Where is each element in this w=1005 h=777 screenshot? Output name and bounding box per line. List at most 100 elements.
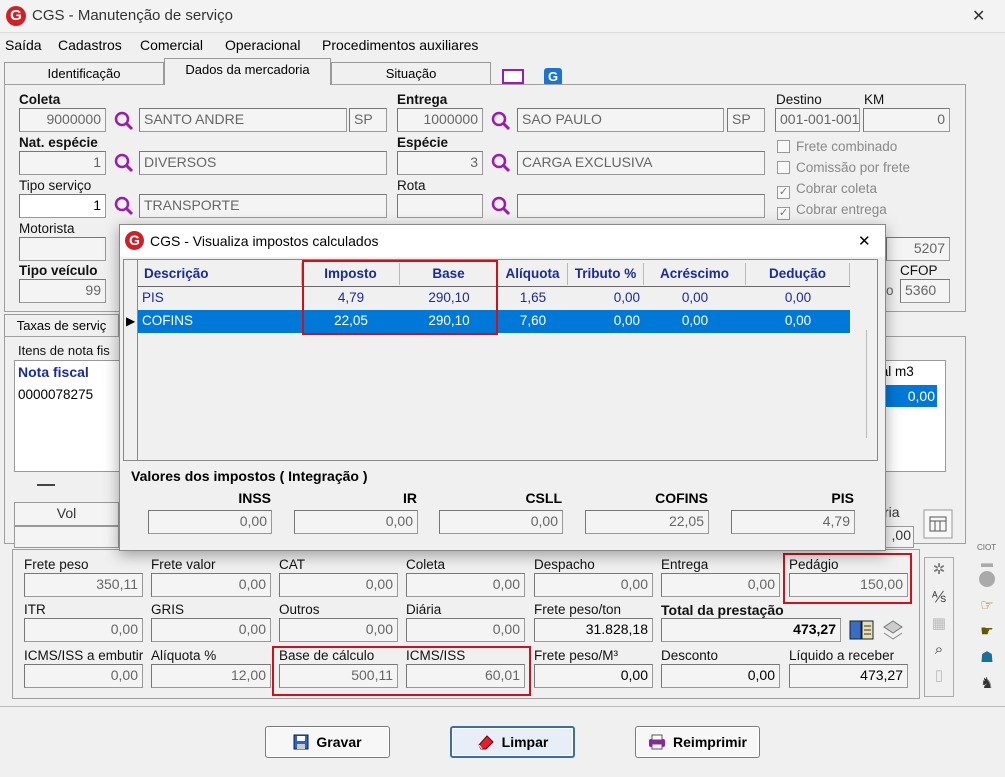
total-m3-value[interactable]: 0,00	[885, 385, 937, 407]
entrega-total-field[interactable]: 0,00	[661, 573, 780, 597]
ciot-bar-icon[interactable]: ▬	[977, 553, 997, 573]
dialog-scrollbar[interactable]	[866, 330, 874, 438]
menu-procedimentos-auxiliares[interactable]: Procedimentos auxiliares	[322, 37, 478, 53]
coleta-search-icon[interactable]	[113, 110, 135, 132]
col-acrescimo[interactable]: Acréscimo	[644, 263, 746, 285]
ria-field[interactable]: ,00	[884, 526, 914, 548]
base-calculo-field[interactable]: 500,11	[279, 664, 398, 688]
especie-name-field[interactable]: CARGA EXCLUSIVA	[517, 151, 765, 175]
itr-field[interactable]: 0,00	[24, 618, 143, 642]
coleta-total-field[interactable]: 0,00	[406, 573, 525, 597]
tab-identificacao[interactable]: Identificação	[4, 62, 164, 85]
itens-grid[interactable]: Nota fiscal 0000078275	[14, 360, 120, 472]
desconto-field[interactable]: 0,00	[661, 664, 780, 688]
km-field[interactable]: 0	[863, 108, 950, 132]
outros-field[interactable]: 0,00	[279, 618, 398, 642]
rota-code-field[interactable]	[397, 194, 483, 218]
col-aliquota[interactable]: Alíquota	[498, 263, 568, 285]
motorista-code-field[interactable]	[19, 237, 106, 261]
dialog-close-icon[interactable]: ✕	[858, 232, 871, 250]
pointing-hand-icon[interactable]: ☞	[977, 596, 997, 616]
pis-field[interactable]: 4,79	[731, 510, 855, 534]
destino-field[interactable]: 001-001-001	[775, 108, 860, 132]
calculator-grid-icon[interactable]	[923, 509, 953, 539]
menu-cadastros[interactable]: Cadastros	[58, 37, 122, 53]
cfop-field[interactable]: 5360	[900, 279, 950, 303]
device-icon[interactable]: ▯	[929, 666, 949, 686]
entrega-uf-field[interactable]: SP	[727, 108, 765, 132]
coleta-code-field[interactable]: 9000000	[19, 108, 106, 132]
entrega-search-icon[interactable]	[490, 110, 512, 132]
frete-peso-field[interactable]: 350,11	[24, 573, 143, 597]
nat-especie-name-field[interactable]: DIVERSOS	[139, 151, 387, 175]
col-base[interactable]: Base	[400, 263, 498, 285]
tab-situacao[interactable]: Situação	[331, 62, 491, 85]
map-transfer-icon[interactable]	[881, 619, 905, 641]
entrega-city-field[interactable]: SAO PAULO	[517, 108, 724, 132]
table-row[interactable]: PIS 4,79 290,10 1,65 0,00 0,00 0,00	[138, 287, 850, 310]
tipo-veiculo-code-field[interactable]: 99	[19, 279, 106, 303]
ir-field[interactable]: 0,00	[294, 510, 418, 534]
especie-search-icon[interactable]	[490, 152, 512, 174]
cobrar-entrega-checkbox[interactable]: ✓ Cobrar entrega	[777, 202, 887, 220]
icms-iss-field[interactable]: 60,01	[406, 664, 525, 688]
coleta-uf-field[interactable]: SP	[349, 108, 387, 132]
calculator-icon[interactable]: ▦	[929, 614, 949, 634]
ciot-icon[interactable]: CIOT	[977, 543, 996, 552]
menu-comercial[interactable]: Comercial	[140, 37, 203, 53]
user-tool-icon[interactable]: ♞	[977, 674, 997, 694]
nat-especie-code-field[interactable]: 1	[19, 151, 106, 175]
book-icon[interactable]	[849, 619, 875, 641]
coleta-city-field[interactable]: SANTO ANDRE	[139, 108, 347, 132]
diaria-field[interactable]: 0,00	[406, 618, 525, 642]
liquido-field[interactable]: 473,27	[789, 664, 908, 688]
vol-field[interactable]	[14, 526, 119, 548]
tab-taxas-de-servico[interactable]: Taxas de serviç	[4, 314, 119, 337]
percent-doc-icon[interactable]: ⅍	[929, 588, 949, 608]
frete-peso-m3-field[interactable]: 0,00	[534, 664, 653, 688]
gravar-button[interactable]: Gravar	[265, 726, 390, 758]
tipo-servico-search-icon[interactable]	[113, 195, 135, 217]
entrega-code-field[interactable]: 1000000	[397, 108, 483, 132]
cat-field[interactable]: 0,00	[279, 573, 398, 597]
cobrar-coleta-checkbox[interactable]: ✓ Cobrar coleta	[777, 181, 877, 199]
icms-embutir-field[interactable]: 0,00	[24, 664, 143, 688]
tab-dados-da-mercadoria[interactable]: Dados da mercadoria	[164, 58, 331, 85]
tipo-servico-name-field[interactable]: TRANSPORTE	[139, 194, 387, 218]
comissao-por-frete-checkbox[interactable]: Comissão por frete	[777, 160, 910, 175]
pedagio-field[interactable]: 150,00	[789, 573, 908, 597]
debug-icon[interactable]: ✲	[929, 560, 949, 580]
hand-icon[interactable]: ☛	[977, 622, 997, 642]
col-descricao[interactable]: Descrição	[140, 263, 302, 285]
frete-peso-ton-field[interactable]: 31.828,18	[534, 618, 653, 642]
rota-name-field[interactable]	[517, 194, 765, 218]
reimprimir-button[interactable]: Reimprimir	[635, 726, 760, 758]
csll-field[interactable]: 0,00	[439, 510, 563, 534]
despacho-field[interactable]: 0,00	[534, 573, 653, 597]
col-deducao[interactable]: Dedução	[746, 263, 850, 285]
impostos-grid[interactable]: Descrição Imposto Base Alíquota Tributo …	[123, 259, 878, 461]
aliquota-field[interactable]: 12,00	[151, 664, 271, 688]
close-icon[interactable]: ✕	[972, 6, 985, 26]
cofins-field[interactable]: 22,05	[585, 510, 709, 534]
nota-fiscal-row[interactable]: 0000078275	[18, 387, 93, 402]
gris-field[interactable]: 0,00	[151, 618, 271, 642]
limpar-button[interactable]: Limpar	[450, 726, 575, 758]
collapse-icon[interactable]	[37, 484, 55, 486]
especie-code-field[interactable]: 3	[397, 151, 483, 175]
tipo-servico-code-field[interactable]: 1	[19, 194, 106, 218]
total-prestacao-field[interactable]: 473,27	[661, 618, 841, 642]
menu-saida[interactable]: Saída	[5, 37, 42, 53]
table-row[interactable]: COFINS 22,05 290,10 7,60 0,00 0,00 0,00	[138, 310, 850, 333]
itens-grid-right[interactable]: tal m3 0,00	[877, 360, 946, 472]
menu-operacional[interactable]: Operacional	[225, 37, 301, 53]
people-icon[interactable]: ☗	[977, 648, 997, 668]
partial-field[interactable]: 5207	[886, 237, 950, 261]
zoom-doc-icon[interactable]: ⌕	[929, 640, 949, 660]
frete-valor-field[interactable]: 0,00	[151, 573, 271, 597]
nat-especie-search-icon[interactable]	[113, 152, 135, 174]
rota-search-icon[interactable]	[490, 195, 512, 217]
inss-field[interactable]: 0,00	[148, 510, 272, 534]
col-imposto[interactable]: Imposto	[302, 263, 400, 285]
col-tributo[interactable]: Tributo %	[568, 263, 644, 285]
